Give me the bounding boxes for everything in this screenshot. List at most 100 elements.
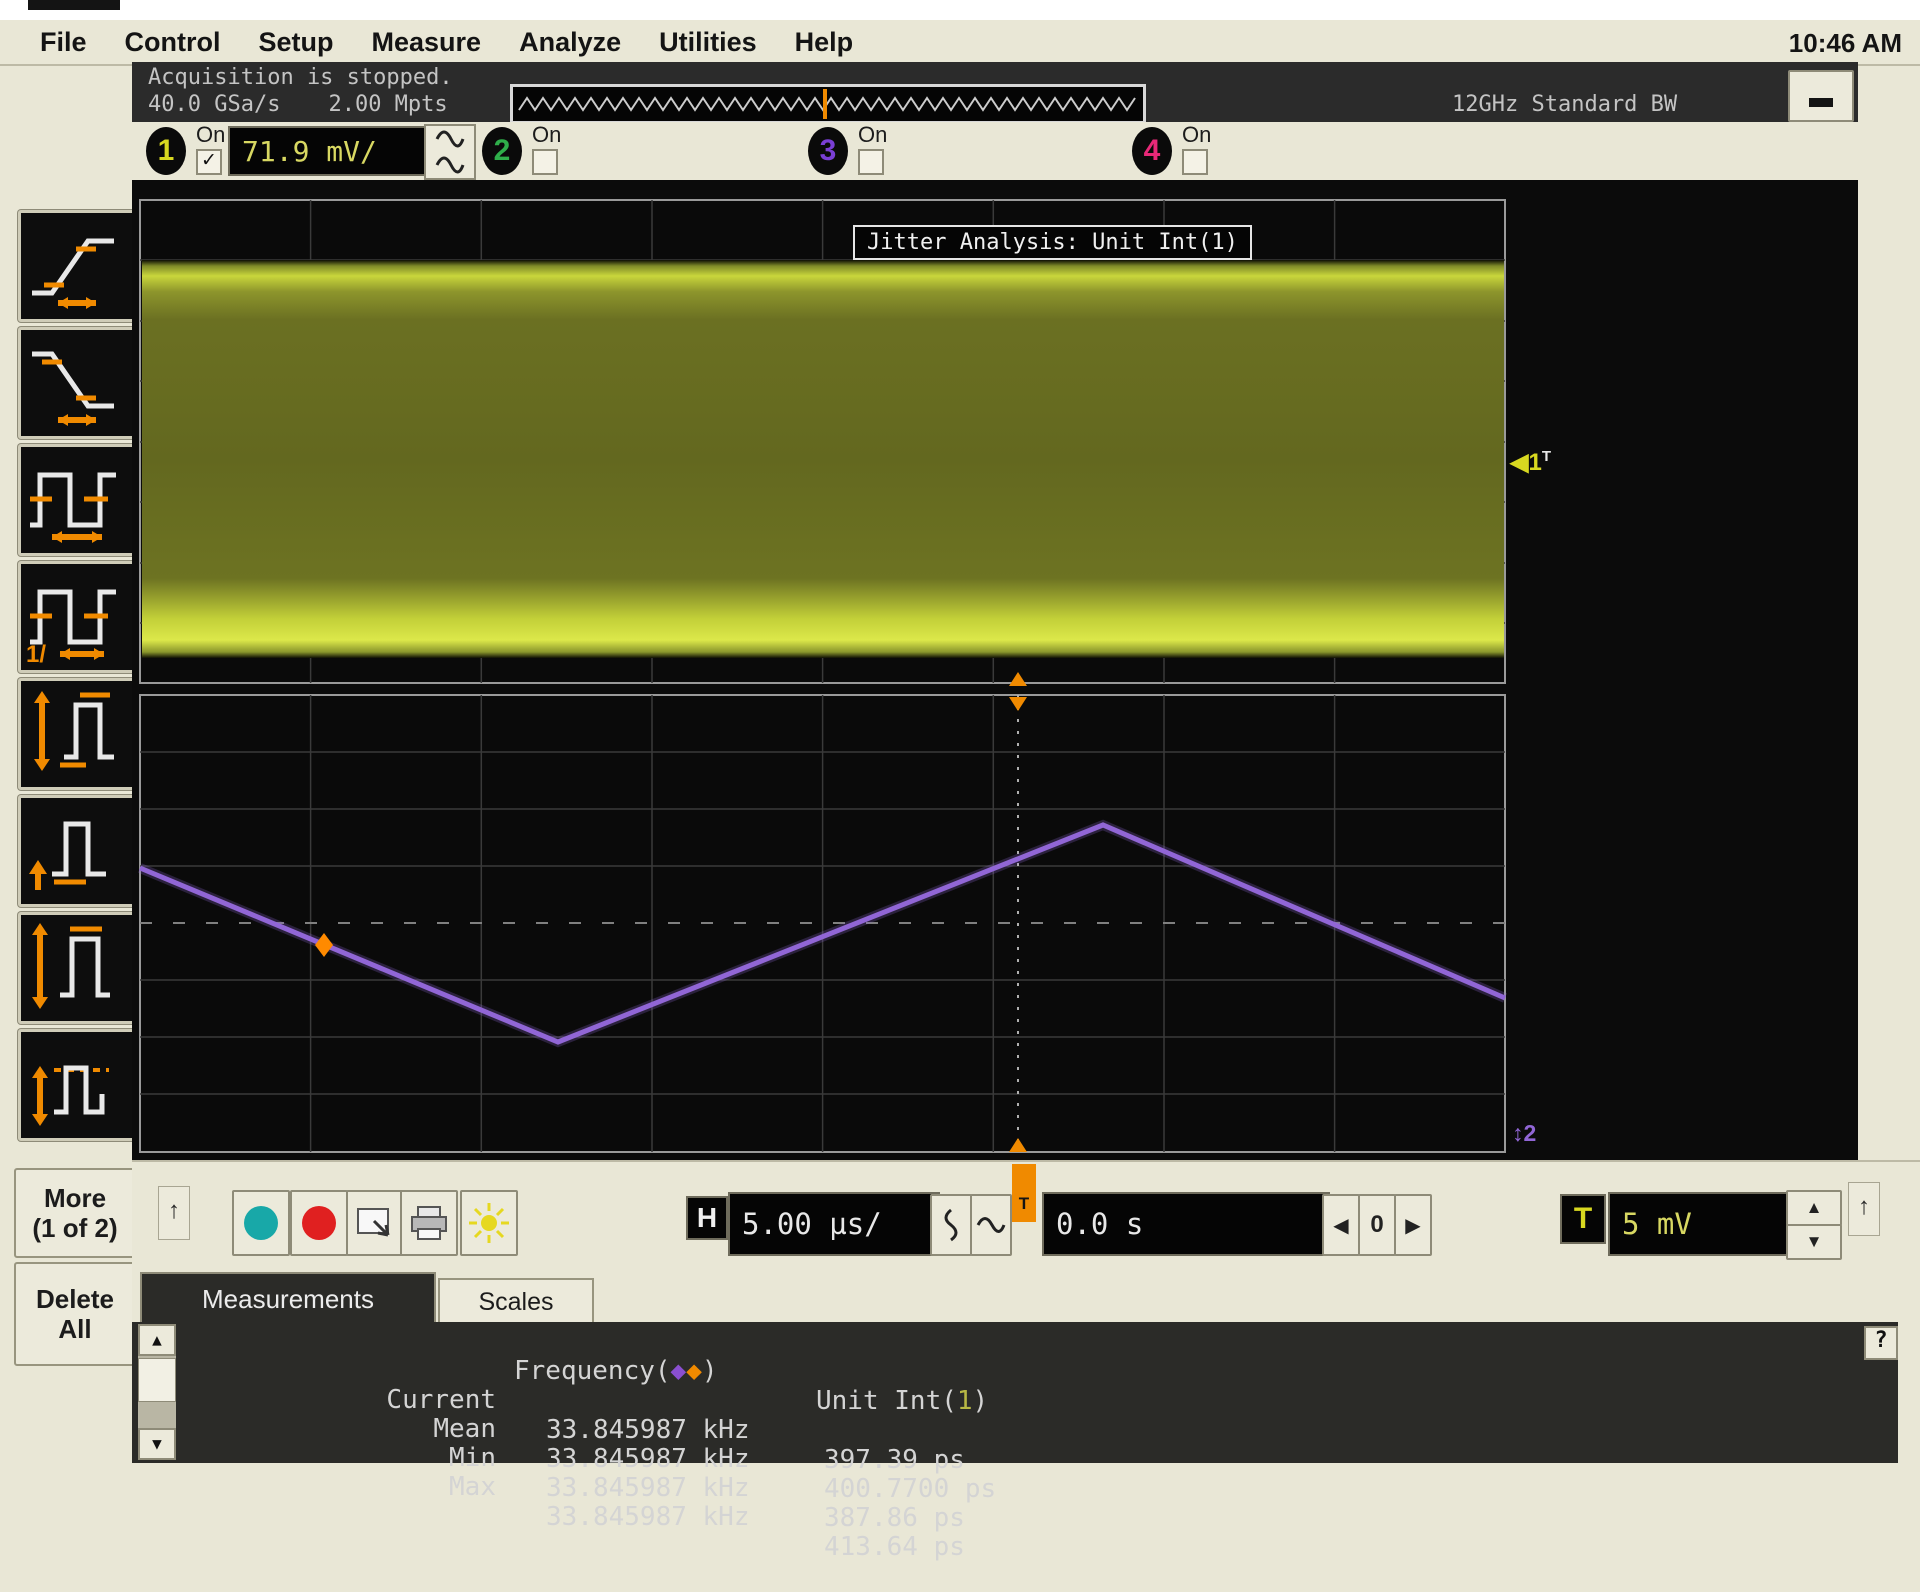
horizontal-badge: H xyxy=(686,1196,728,1240)
top-artifact xyxy=(28,0,120,10)
scrollbar[interactable]: ▲ ▼ xyxy=(138,1324,176,1460)
channel1-trace-band xyxy=(142,260,1504,658)
position-display[interactable]: 0.0 s xyxy=(1042,1192,1330,1256)
brightness-button[interactable] xyxy=(460,1190,518,1256)
fall-time-icon xyxy=(21,330,127,430)
table-row: Min 33.845987 kHz 387.86 ps xyxy=(312,1413,1612,1442)
channel-2-badge[interactable]: 2 xyxy=(482,127,522,175)
measure-pulse-width-button[interactable] xyxy=(18,1029,136,1141)
sine-icon xyxy=(435,156,465,174)
jitter-title: Jitter Analysis: Unit Int(1) xyxy=(853,225,1252,260)
more-button[interactable]: More (1 of 2) xyxy=(14,1168,136,1258)
stop-icon xyxy=(299,1203,339,1243)
run-button[interactable] xyxy=(232,1190,290,1256)
status-bar: Acquisition is stopped. 40.0 GSa/s2.00 M… xyxy=(132,62,1858,122)
tab-measurements[interactable]: Measurements xyxy=(140,1272,436,1324)
trigger-level-display[interactable]: 5 mV xyxy=(1608,1192,1798,1256)
sample-rate: 40.0 GSa/s xyxy=(148,92,280,117)
acquisition-position-bar[interactable] xyxy=(510,84,1146,124)
scroll-down-button[interactable]: ▼ xyxy=(138,1428,176,1460)
channel-1-checkbox[interactable]: ✓ xyxy=(196,149,222,175)
sun-icon xyxy=(467,1201,511,1245)
acquisition-status: Acquisition is stopped. xyxy=(148,65,453,90)
tab-scales[interactable]: Scales xyxy=(438,1278,594,1324)
channel-1-coupling-button[interactable] xyxy=(424,124,476,180)
stop-button[interactable] xyxy=(290,1190,348,1256)
channel-1-on-label: On xyxy=(196,122,225,148)
measure-period-button[interactable] xyxy=(18,444,136,556)
menu-item-analyze[interactable]: Analyze xyxy=(519,27,621,58)
sine-icon xyxy=(435,130,465,148)
table-row: Max 33.845987 kHz 413.64 ps xyxy=(312,1442,1612,1471)
measure-top-button[interactable] xyxy=(18,912,136,1024)
trigger-cursor-icon[interactable]: ↑ xyxy=(1848,1182,1880,1236)
channel-4-badge[interactable]: 4 xyxy=(1132,127,1172,175)
menu-item-help[interactable]: Help xyxy=(795,27,854,58)
rise-time-icon xyxy=(21,213,127,313)
amplitude-icon xyxy=(21,681,127,781)
timebase-coarse-button[interactable] xyxy=(970,1194,1012,1256)
delete-all-button[interactable]: Delete All xyxy=(14,1262,136,1366)
channel-2-on-label: On xyxy=(532,122,561,148)
minimize-button[interactable] xyxy=(1788,70,1854,122)
save-image-icon xyxy=(354,1203,396,1243)
channel-3-on-label: On xyxy=(858,122,887,148)
spinner-down[interactable]: ▼ xyxy=(1786,1224,1842,1260)
svg-text:1/: 1/ xyxy=(26,641,46,664)
top-icon xyxy=(21,915,127,1015)
printer-icon xyxy=(408,1203,450,1243)
help-button[interactable]: ? xyxy=(1864,1326,1898,1360)
measure-rise-time-button[interactable] xyxy=(18,210,136,322)
trigger-position-flag[interactable]: T xyxy=(1012,1164,1036,1222)
trend-marker[interactable]: ↕2 xyxy=(1512,1120,1536,1147)
menu-bar: File Control Setup Measure Analyze Utili… xyxy=(0,20,1920,66)
step-forward-button[interactable]: ▶ xyxy=(1394,1194,1432,1256)
channel-1-badge[interactable]: 1 xyxy=(146,127,186,175)
measure-frequency-button[interactable]: 1/ xyxy=(18,561,136,673)
step-back-button[interactable]: ◀ xyxy=(1322,1194,1360,1256)
menu-item-measure[interactable]: Measure xyxy=(372,27,482,58)
tab-bar: Measurements Scales xyxy=(132,1270,1920,1322)
ground-marker[interactable]: ◀1T xyxy=(1510,448,1551,477)
print-button[interactable] xyxy=(400,1190,458,1256)
channel-3-checkbox[interactable] xyxy=(858,149,884,175)
lower-graticule xyxy=(140,695,1505,1152)
menu-item-control[interactable]: Control xyxy=(125,27,221,58)
scroll-up-button[interactable]: ▲ xyxy=(138,1324,176,1356)
measurement-header-row: Frequency(◆◆) Unit Int(1) xyxy=(312,1326,1612,1355)
clock: 10:46 AM xyxy=(1789,28,1902,59)
timebase-fine-button[interactable] xyxy=(930,1194,972,1256)
frequency-icon: 1/ xyxy=(21,564,127,664)
sine-icon xyxy=(976,1217,1006,1233)
timebase-display[interactable]: 5.00 µs/ xyxy=(728,1192,940,1256)
waveform-display[interactable]: Jitter Analysis: Unit Int(1) ◀1T ↕2 xyxy=(132,180,1858,1160)
channel-3-badge[interactable]: 3 xyxy=(808,127,848,175)
cursor-up-icon[interactable]: ↑ xyxy=(158,1186,190,1240)
minimize-icon xyxy=(1809,98,1833,107)
upper-graticule xyxy=(140,200,1505,683)
measure-base-button[interactable] xyxy=(18,795,136,907)
menu-item-setup[interactable]: Setup xyxy=(259,27,334,58)
table-row: Current 33.845987 kHz 397.39 ps xyxy=(312,1355,1612,1384)
menu-item-file[interactable]: File xyxy=(40,27,87,58)
vertical-squiggle-icon xyxy=(943,1208,959,1242)
measure-fall-time-button[interactable] xyxy=(18,327,136,439)
zero-button[interactable]: 0 xyxy=(1358,1194,1396,1256)
top-strip xyxy=(0,0,1920,20)
scroll-thumb[interactable] xyxy=(138,1358,176,1402)
channel-4-checkbox[interactable] xyxy=(1182,149,1208,175)
save-image-button[interactable] xyxy=(346,1190,404,1256)
channel-4-on-label: On xyxy=(1182,122,1211,148)
trigger-badge: T xyxy=(1560,1194,1606,1244)
toolbar: ↑ H 5.00 µs/ xyxy=(132,1160,1920,1272)
menu-item-utilities[interactable]: Utilities xyxy=(659,27,757,58)
table-row: Mean 33.845987 kHz 400.7700 ps xyxy=(312,1384,1612,1413)
run-icon xyxy=(241,1203,281,1243)
measure-amplitude-button[interactable] xyxy=(18,678,136,790)
channel-2-checkbox[interactable] xyxy=(532,149,558,175)
measurement-table: Frequency(◆◆) Unit Int(1) Current 33.845… xyxy=(312,1326,1612,1471)
pulse-width-icon xyxy=(21,1032,127,1132)
spinner-up[interactable]: ▲ xyxy=(1786,1190,1842,1226)
bandwidth-label: 12GHz Standard BW xyxy=(1452,92,1677,117)
channel-1-scale-display[interactable]: 71.9 mV/ xyxy=(228,126,426,176)
